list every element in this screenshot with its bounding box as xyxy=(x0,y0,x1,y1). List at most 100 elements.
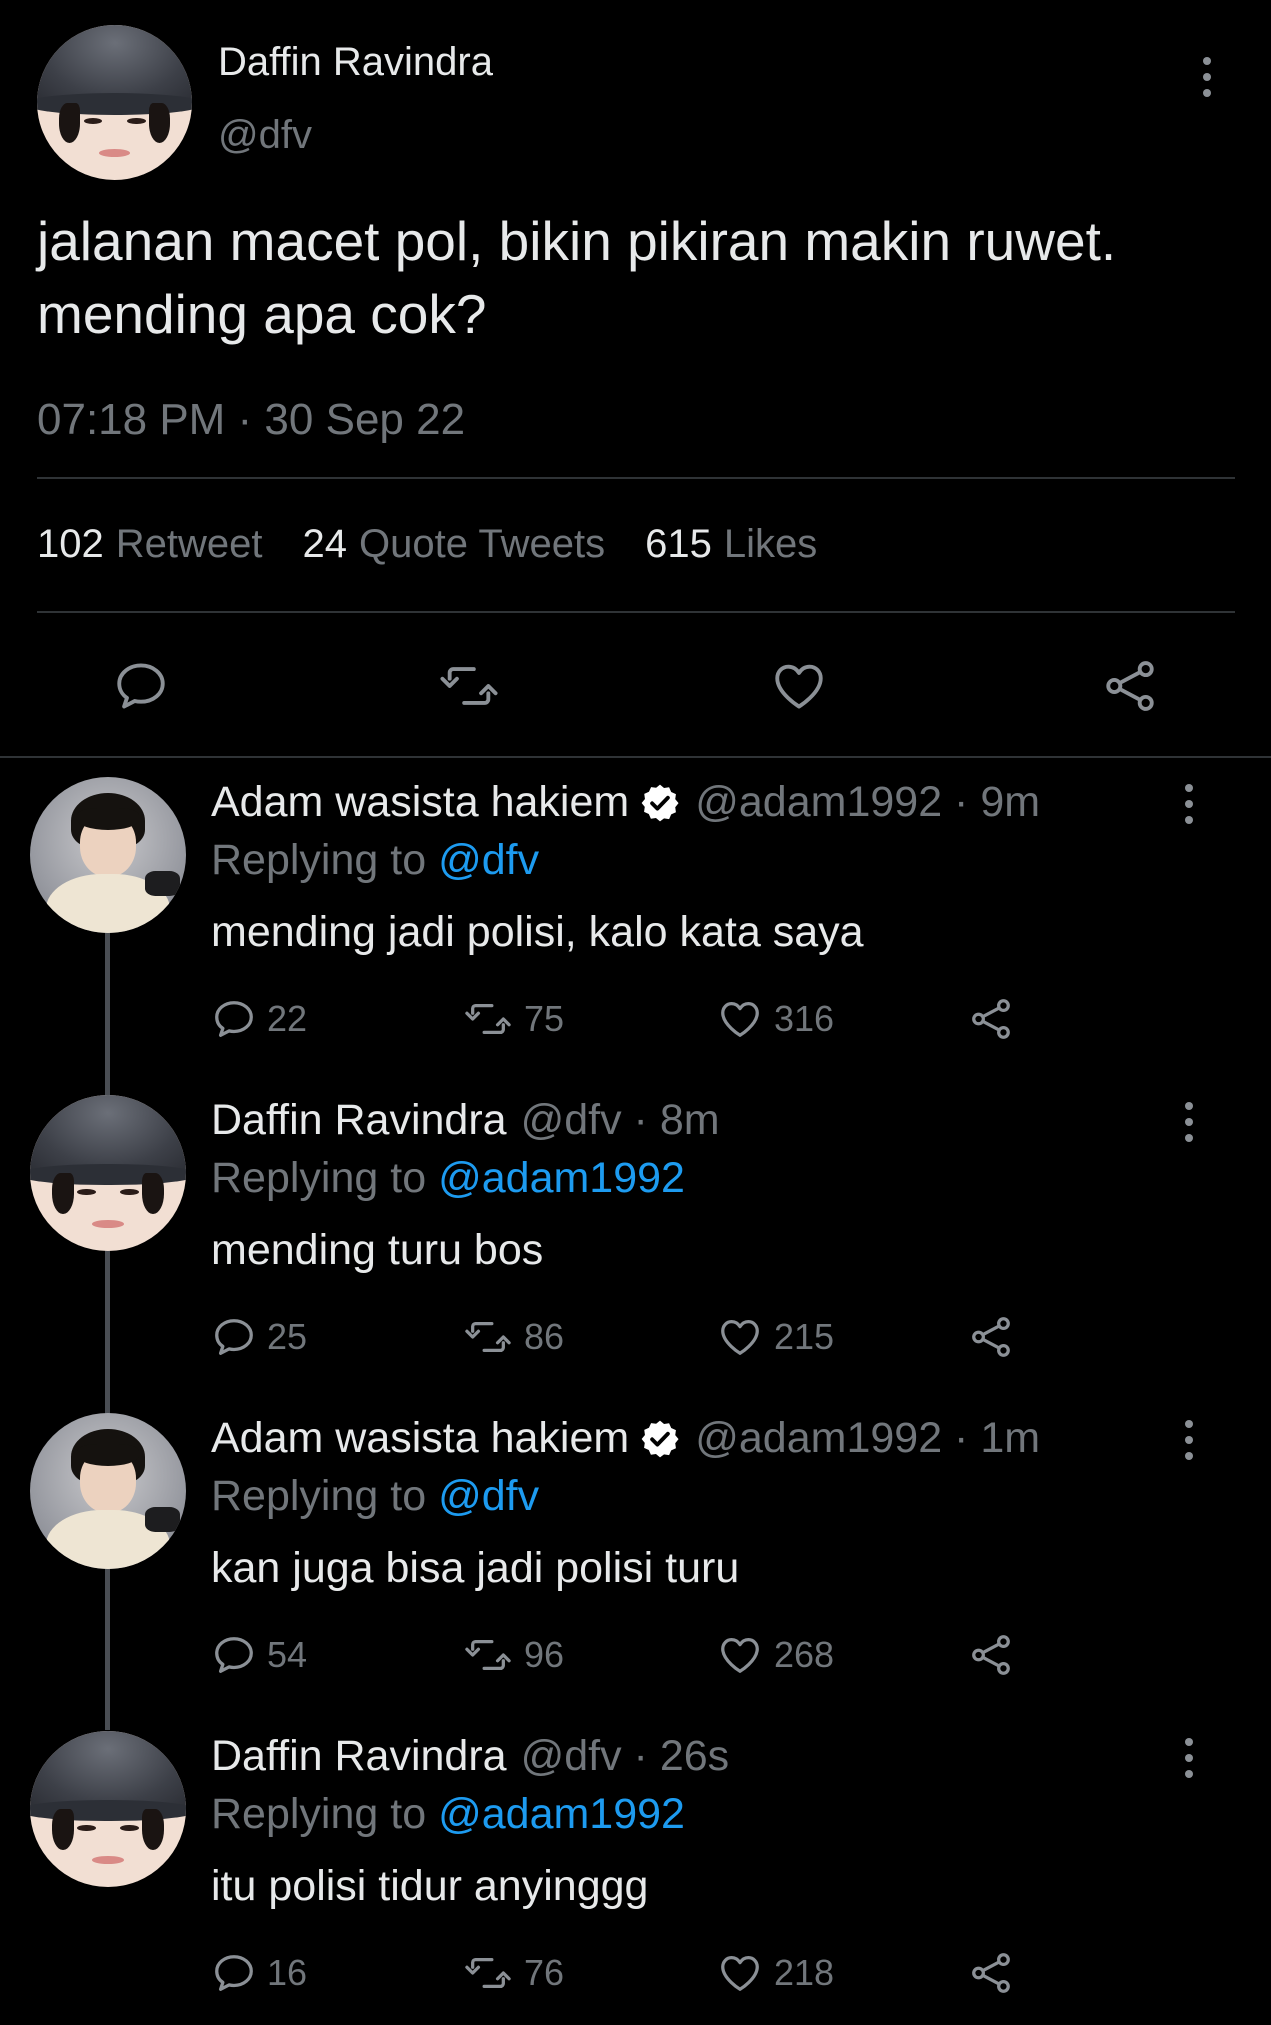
reply-header: Adam wasista hakiem @adam1992 · 1m xyxy=(211,1414,1040,1463)
replying-to: Replying to @adam1992 xyxy=(211,1790,685,1839)
replying-to: Replying to @dfv xyxy=(211,1472,539,1521)
main-tweet-stats: 102 Retweet 24 Quote Tweets 615 Likes xyxy=(37,522,817,567)
like-count: 268 xyxy=(774,1634,835,1675)
replying-to-mention[interactable]: @adam1992 xyxy=(438,1790,685,1838)
like-button[interactable]: 268 xyxy=(716,1632,834,1678)
reply-avatar[interactable] xyxy=(30,1731,186,1887)
retweets-stat[interactable]: 102 Retweet xyxy=(37,522,263,567)
reply-icon xyxy=(215,1955,253,1991)
retweet-icon xyxy=(465,1957,511,1989)
reply-avatar[interactable] xyxy=(30,777,186,933)
reply-button[interactable]: 16 xyxy=(211,1950,307,1996)
retweets-label: Retweet xyxy=(115,522,263,566)
retweet-button[interactable]: 75 xyxy=(462,996,564,1042)
main-tweet-timestamp: 07:18 PM · 30 Sep 22 xyxy=(37,395,466,444)
reply-author-name[interactable]: Daffin Ravindra xyxy=(211,1732,507,1781)
main-tweet-more-icon[interactable] xyxy=(1203,57,1211,97)
main-tweet-author-handle[interactable]: @dfv xyxy=(218,113,312,158)
likes-label: Likes xyxy=(723,522,818,566)
retweet-count: 96 xyxy=(524,1634,565,1675)
reply-author-name[interactable]: Adam wasista hakiem xyxy=(211,778,629,827)
verified-badge-icon xyxy=(639,1418,681,1460)
like-icon xyxy=(721,1956,759,1991)
like-count: 316 xyxy=(774,998,835,1039)
reply-header: Daffin Ravindra @dfv · 26s xyxy=(211,1732,729,1781)
reply-avatar[interactable] xyxy=(30,1413,186,1569)
main-tweet-text: jalanan macet pol, bikin pikiran makin r… xyxy=(37,210,1117,345)
share-icon xyxy=(972,1953,1010,1993)
retweet-count: 86 xyxy=(524,1316,565,1357)
quotes-stat[interactable]: 24 Quote Tweets xyxy=(303,522,606,567)
replying-to-mention[interactable]: @dfv xyxy=(438,836,539,884)
retweet-button[interactable]: 86 xyxy=(462,1314,564,1360)
like-icon[interactable] xyxy=(769,657,829,715)
replying-to-mention[interactable]: @dfv xyxy=(438,1472,539,1520)
retweet-icon[interactable] xyxy=(437,657,501,715)
reply-icon xyxy=(215,1637,253,1673)
reply-button[interactable]: 22 xyxy=(211,996,307,1042)
retweet-icon xyxy=(465,1321,511,1353)
quotes-label: Quote Tweets xyxy=(359,522,606,566)
retweets-count: 102 xyxy=(37,522,104,566)
replying-to-label: Replying to xyxy=(211,1790,427,1838)
share-button[interactable] xyxy=(968,1632,1014,1678)
reply-more-icon[interactable] xyxy=(1185,1738,1193,1778)
reply-button[interactable]: 54 xyxy=(211,1632,307,1678)
retweet-button[interactable]: 76 xyxy=(462,1950,564,1996)
reply-more-icon[interactable] xyxy=(1185,784,1193,824)
reply-count: 16 xyxy=(267,1952,308,1993)
verified-badge-icon xyxy=(639,782,681,824)
divider xyxy=(37,611,1235,613)
share-button[interactable] xyxy=(968,996,1014,1042)
like-count: 218 xyxy=(774,1952,835,1993)
retweet-count: 76 xyxy=(524,1952,565,1993)
replying-to-label: Replying to xyxy=(211,836,427,884)
thread-line xyxy=(105,930,110,1730)
reply-more-icon[interactable] xyxy=(1185,1420,1193,1460)
reply-author-name[interactable]: Daffin Ravindra xyxy=(211,1096,507,1145)
main-tweet-author-name[interactable]: Daffin Ravindra xyxy=(218,40,493,85)
like-button[interactable]: 316 xyxy=(716,996,834,1042)
reply-handle-time[interactable]: @dfv · 8m xyxy=(521,1096,720,1145)
divider xyxy=(37,477,1235,479)
reply-avatar[interactable] xyxy=(30,1095,186,1251)
quotes-count: 24 xyxy=(302,522,348,566)
reply-header: Daffin Ravindra @dfv · 8m xyxy=(211,1096,720,1145)
like-button[interactable]: 215 xyxy=(716,1314,834,1360)
reply-header: Adam wasista hakiem @adam1992 · 9m xyxy=(211,778,1040,827)
divider xyxy=(0,756,1271,758)
like-icon xyxy=(721,1320,759,1355)
retweet-icon xyxy=(465,1003,511,1035)
share-button[interactable] xyxy=(968,1950,1014,1996)
reply-more-icon[interactable] xyxy=(1185,1102,1193,1142)
share-icon[interactable] xyxy=(1100,657,1160,715)
like-icon xyxy=(721,1002,759,1037)
reply-handle-time[interactable]: @dfv · 26s xyxy=(521,1732,730,1781)
reply-text: itu polisi tidur anyinggg xyxy=(211,1862,649,1910)
like-button[interactable]: 218 xyxy=(716,1950,834,1996)
reply-author-name[interactable]: Adam wasista hakiem xyxy=(211,1414,629,1463)
replying-to-label: Replying to xyxy=(211,1154,427,1202)
reply-handle-time[interactable]: @adam1992 · 1m xyxy=(695,1414,1040,1463)
likes-count: 615 xyxy=(645,522,712,566)
reply-icon xyxy=(215,1319,253,1355)
share-icon xyxy=(972,1635,1010,1675)
reply-text: mending turu bos xyxy=(211,1226,544,1274)
main-tweet-avatar[interactable] xyxy=(37,25,192,180)
reply-text: mending jadi polisi, kalo kata saya xyxy=(211,908,864,956)
reply-button[interactable]: 25 xyxy=(211,1314,307,1360)
replying-to-label: Replying to xyxy=(211,1472,427,1520)
share-button[interactable] xyxy=(968,1314,1014,1360)
reply-count: 25 xyxy=(267,1316,308,1357)
replying-to-mention[interactable]: @adam1992 xyxy=(438,1154,685,1202)
reply-icon xyxy=(215,1001,253,1037)
like-count: 215 xyxy=(774,1316,835,1357)
share-icon xyxy=(972,1317,1010,1357)
reply-handle-time[interactable]: @adam1992 · 9m xyxy=(695,778,1040,827)
like-icon xyxy=(721,1638,759,1673)
likes-stat[interactable]: 615 Likes xyxy=(645,522,817,567)
retweet-button[interactable]: 96 xyxy=(462,1632,564,1678)
retweet-count: 75 xyxy=(524,998,565,1039)
reply-icon[interactable] xyxy=(112,657,170,715)
replying-to: Replying to @adam1992 xyxy=(211,1154,685,1203)
